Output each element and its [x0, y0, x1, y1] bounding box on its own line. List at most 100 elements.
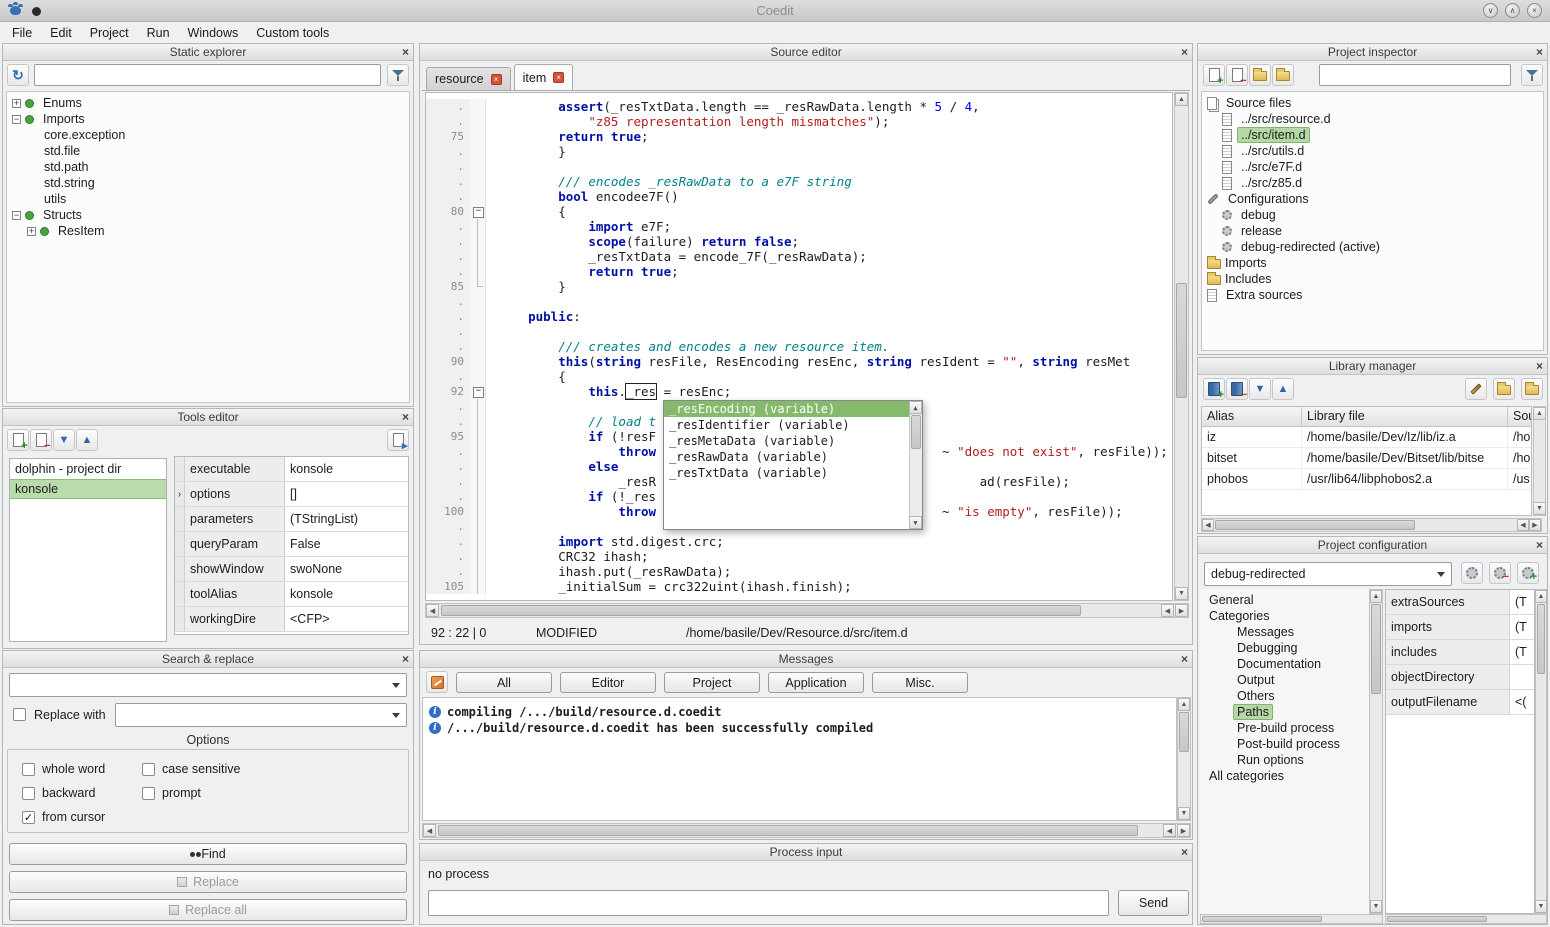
scroll-down-icon[interactable]: ▼	[909, 516, 922, 529]
category-post-build-process[interactable]: Post-build process	[1200, 736, 1369, 752]
message-row[interactable]: i/.../build/resource.d.coedit has been s…	[429, 720, 1176, 736]
replace-all-button[interactable]: Replace all	[9, 899, 407, 921]
category-documentation[interactable]: Documentation	[1200, 656, 1369, 672]
option-backward[interactable]: backward	[22, 786, 96, 800]
scroll-right-icon[interactable]: ▶	[1175, 604, 1188, 617]
project-item-configurations[interactable]: Configurations	[1202, 191, 1543, 207]
symbol-std-string[interactable]: std.string	[7, 175, 409, 191]
config-value[interactable]: (T	[1510, 640, 1534, 664]
property-value[interactable]: swoNone	[285, 557, 408, 581]
move-library-up-button[interactable]: ▲	[1272, 378, 1294, 400]
scroll-right-icon[interactable]: ▶	[1529, 519, 1541, 531]
options-vscrollbar[interactable]: ▲ ▼	[1535, 589, 1547, 914]
menu-item-run[interactable]: Run	[138, 24, 179, 42]
fold-margin[interactable]	[470, 204, 486, 219]
scroll-left2-icon[interactable]: ◀	[1161, 604, 1174, 617]
expander-icon[interactable]: +	[27, 227, 36, 236]
options-hscrollbar[interactable]	[1385, 914, 1547, 924]
property-value[interactable]: konsole	[285, 582, 408, 606]
close-panel-icon[interactable]: ×	[1536, 537, 1543, 553]
add-tool-button[interactable]: +	[7, 429, 29, 451]
library-row-bitset[interactable]: bitset/home/basile/Dev/Bitset/lib/bitse/…	[1202, 448, 1531, 469]
property-value[interactable]: []	[285, 482, 408, 506]
menu-item-windows[interactable]: Windows	[179, 24, 248, 42]
property-value[interactable]: (TStringList)	[285, 507, 408, 531]
scroll-up-icon[interactable]: ▲	[1535, 590, 1547, 603]
property-value[interactable]: <CFP>	[285, 607, 408, 631]
project-item-src-z85-d[interactable]: ../src/z85.d	[1202, 175, 1543, 191]
scroll-up-icon[interactable]: ▲	[1533, 407, 1546, 420]
close-panel-icon[interactable]: ×	[402, 651, 409, 667]
config-row-extrasources[interactable]: extraSources(T	[1386, 590, 1534, 615]
library-add-folder-button[interactable]	[1521, 378, 1543, 400]
close-panel-icon[interactable]: ×	[1181, 44, 1188, 60]
add-library-button[interactable]: +	[1203, 378, 1225, 400]
move-library-down-button[interactable]: ▼	[1249, 378, 1271, 400]
library-row-iz[interactable]: iz/home/basile/Dev/Iz/lib/iz.a/ho	[1202, 427, 1531, 448]
column-header-library-file[interactable]: Library file	[1302, 407, 1508, 426]
messages-vscrollbar[interactable]: ▲ ▼	[1177, 697, 1191, 821]
scroll-down-icon[interactable]: ▼	[1370, 900, 1382, 913]
config-value[interactable]: <(	[1510, 690, 1534, 714]
close-panel-icon[interactable]: ×	[402, 44, 409, 60]
menu-item-custom-tools[interactable]: Custom tools	[247, 24, 338, 42]
scroll-down-icon[interactable]: ▼	[1535, 900, 1547, 913]
scroll-thumb[interactable]	[911, 415, 921, 449]
add-folder-button[interactable]	[1249, 64, 1271, 86]
project-item-src-e7f-d[interactable]: ../src/e7F.d	[1202, 159, 1543, 175]
open-folder-button[interactable]	[1272, 64, 1294, 86]
filter-button[interactable]	[387, 64, 409, 86]
category-all-categories[interactable]: All categories	[1200, 768, 1369, 784]
remove-tool-button[interactable]: −	[30, 429, 52, 451]
clear-messages-button[interactable]	[426, 671, 448, 693]
symbol-imports[interactable]: −Imports	[7, 111, 409, 127]
property-row-executable[interactable]: executablekonsole	[175, 457, 408, 482]
completion-item-restxtdata-variable[interactable]: _resTxtData (variable)	[664, 465, 909, 481]
config-value[interactable]: (T	[1510, 615, 1534, 639]
fold-margin[interactable]	[470, 384, 486, 399]
project-item-debug-redirected-active[interactable]: debug-redirected (active)	[1202, 239, 1543, 255]
project-item-imports[interactable]: Imports	[1202, 255, 1543, 271]
checkbox-icon[interactable]	[22, 763, 35, 776]
close-panel-icon[interactable]: ×	[1181, 844, 1188, 860]
replace-with-checkbox[interactable]	[13, 708, 26, 721]
property-row-parameters[interactable]: parameters(TStringList)	[175, 507, 408, 532]
category-output[interactable]: Output	[1200, 672, 1369, 688]
property-row-queryparam[interactable]: queryParamFalse	[175, 532, 408, 557]
category-general[interactable]: General	[1200, 592, 1369, 608]
config-row-includes[interactable]: includes(T	[1386, 640, 1534, 665]
property-value[interactable]: False	[285, 532, 408, 556]
configuration-select[interactable]: debug-redirected	[1204, 562, 1452, 586]
library-vscrollbar[interactable]: ▲ ▼	[1533, 406, 1546, 516]
option-whole-word[interactable]: whole word	[22, 762, 105, 776]
close-panel-icon[interactable]: ×	[1536, 358, 1543, 374]
remove-source-button[interactable]: −	[1226, 64, 1248, 86]
add-source-button[interactable]: +	[1203, 64, 1225, 86]
tool-item-konsole[interactable]: konsole	[10, 479, 166, 499]
editor-tab-resource[interactable]: resource×	[426, 67, 511, 90]
categories-hscrollbar[interactable]	[1200, 914, 1383, 924]
close-tab-icon[interactable]: ×	[491, 74, 502, 85]
option-case-sensitive[interactable]: case sensitive	[142, 762, 241, 776]
symbol-search-input[interactable]	[34, 64, 381, 86]
editor-hscrollbar[interactable]: ◀ ◀ ▶	[425, 603, 1189, 618]
category-pre-build-process[interactable]: Pre-build process	[1200, 720, 1369, 736]
category-run-options[interactable]: Run options	[1200, 752, 1369, 768]
scroll-down-icon[interactable]: ▼	[1533, 502, 1546, 515]
config-row-objectdirectory[interactable]: objectDirectory	[1386, 665, 1534, 690]
maximize-window-icon[interactable]: ∧	[1505, 3, 1520, 18]
scroll-thumb[interactable]	[1202, 916, 1322, 922]
scroll-right-icon[interactable]: ▶	[1177, 824, 1190, 837]
category-debugging[interactable]: Debugging	[1200, 640, 1369, 656]
messages-tab-editor[interactable]: Editor	[560, 672, 656, 693]
symbol-resitem[interactable]: +ResItem	[7, 223, 409, 239]
shade-window-icon[interactable]: ∨	[1483, 3, 1498, 18]
expander-icon[interactable]: −	[12, 115, 21, 124]
symbol-std-file[interactable]: std.file	[7, 143, 409, 159]
config-row-imports[interactable]: imports(T	[1386, 615, 1534, 640]
messages-tab-project[interactable]: Project	[664, 672, 760, 693]
process-input-field[interactable]	[428, 890, 1109, 916]
project-item-src-resource-d[interactable]: ../src/resource.d	[1202, 111, 1543, 127]
editor-tab-item[interactable]: item×	[514, 64, 574, 90]
project-item-release[interactable]: release	[1202, 223, 1543, 239]
